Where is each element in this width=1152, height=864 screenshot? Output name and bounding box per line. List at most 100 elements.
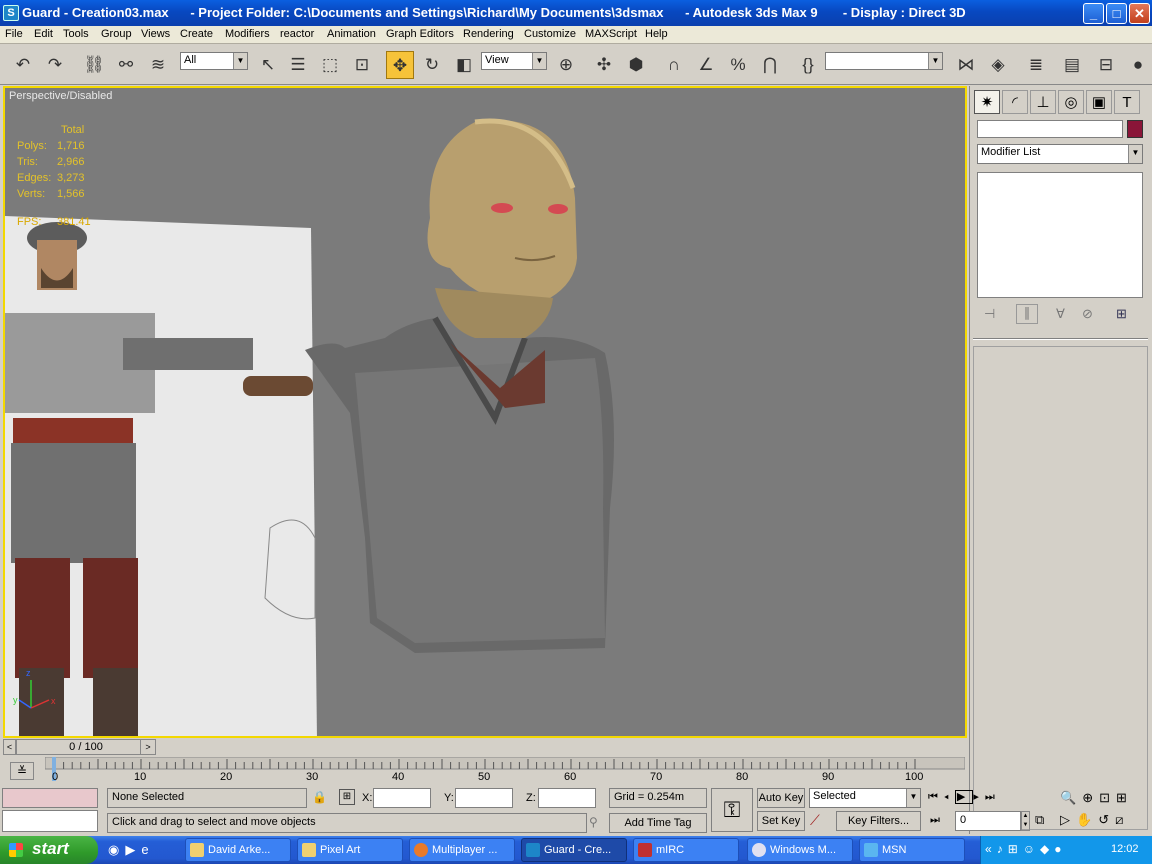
edit-named-selection-icon[interactable]: {} xyxy=(794,51,822,79)
menu-rendering[interactable]: Rendering xyxy=(463,28,514,40)
goto-start-icon[interactable]: ⏮ xyxy=(928,791,944,803)
bind-space-warp-icon[interactable]: ≋ xyxy=(144,51,172,79)
add-time-tag-button[interactable]: Add Time Tag xyxy=(609,813,707,833)
menu-help[interactable]: Help xyxy=(645,28,668,40)
task-pixel-art[interactable]: Pixel Art xyxy=(297,838,403,862)
ie-icon[interactable]: e xyxy=(141,842,154,857)
menu-create[interactable]: Create xyxy=(180,28,213,40)
object-color-swatch[interactable] xyxy=(1127,120,1143,138)
configure-modifier-sets-icon[interactable]: ⊞ xyxy=(1116,306,1127,322)
frame-spinner-icon[interactable]: ▲ ▼ xyxy=(1021,811,1030,831)
menu-tools[interactable]: Tools xyxy=(63,28,89,40)
task-multiplayer[interactable]: Multiplayer ... xyxy=(409,838,515,862)
pivot-center-icon[interactable]: ⊕ xyxy=(552,51,580,79)
menu-modifiers[interactable]: Modifiers xyxy=(225,28,270,40)
motion-tab-icon[interactable]: ◎ xyxy=(1058,90,1084,114)
select-by-name-icon[interactable]: ☰ xyxy=(284,51,312,79)
x-coordinate-input[interactable] xyxy=(373,788,431,808)
tray-update-icon[interactable]: ● xyxy=(1054,842,1066,856)
make-unique-icon[interactable]: ∀ xyxy=(1056,306,1065,322)
play-icon[interactable]: ▶ xyxy=(954,790,974,804)
set-key-button[interactable]: Set Key xyxy=(757,811,805,831)
remove-modifier-icon[interactable]: ⊘ xyxy=(1082,306,1093,322)
next-frame-icon[interactable]: ▸ xyxy=(973,791,985,803)
media-player-icon[interactable]: ▶ xyxy=(125,842,141,857)
select-and-scale-icon[interactable]: ◧ xyxy=(450,51,478,79)
modifier-stack-list[interactable] xyxy=(977,172,1143,298)
task-mirc[interactable]: mIRC xyxy=(633,838,739,862)
task-david-arke[interactable]: David Arke... xyxy=(185,838,291,862)
menu-views[interactable]: Views xyxy=(141,28,170,40)
time-configuration-icon[interactable]: ⧉ xyxy=(1035,812,1044,828)
zoom-icon[interactable]: 🔍 xyxy=(1060,790,1082,805)
lock-selection-icon[interactable]: 🔒 xyxy=(312,790,327,804)
z-coordinate-input[interactable] xyxy=(538,788,596,808)
display-tab-icon[interactable]: ▣ xyxy=(1086,90,1112,114)
close-button[interactable]: ✕ xyxy=(1129,3,1150,24)
redo-icon[interactable]: ↷ xyxy=(41,51,69,79)
set-key-key-icon[interactable]: ⚿ xyxy=(711,788,753,832)
maximize-viewport-icon[interactable]: ⧄ xyxy=(1115,812,1129,827)
zoom-extents-icon[interactable]: ⊡ xyxy=(1099,790,1116,805)
menu-reactor[interactable]: reactor xyxy=(280,28,314,40)
time-slider-prev-icon[interactable]: < xyxy=(3,739,16,755)
hierarchy-tab-icon[interactable]: ⊥ xyxy=(1030,90,1056,114)
firefox-icon[interactable]: ◉ xyxy=(108,842,125,857)
mirror-icon[interactable]: ⋈ xyxy=(952,51,980,79)
unlink-icon[interactable]: ⚯ xyxy=(112,51,140,79)
select-and-move-icon[interactable]: ✥ xyxy=(386,51,414,79)
pan-icon[interactable]: ✋ xyxy=(1076,812,1098,827)
maxscript-listener-white[interactable] xyxy=(2,810,98,832)
select-and-rotate-icon[interactable]: ↻ xyxy=(418,51,446,79)
prev-frame-icon[interactable]: ◂ xyxy=(944,791,955,803)
auto-key-button[interactable]: Auto Key xyxy=(757,788,805,808)
selection-filter-dropdown[interactable]: All ▼ xyxy=(180,52,248,70)
object-name-field[interactable] xyxy=(977,120,1123,138)
viewport-label[interactable]: Perspective/Disabled xyxy=(9,90,112,102)
spinner-snap-icon[interactable]: ⋂ xyxy=(756,51,784,79)
tray-arrow-icon[interactable]: « xyxy=(985,842,997,856)
curve-editor-icon[interactable]: ▤ xyxy=(1058,51,1086,79)
time-tag-icon[interactable]: ⚲ xyxy=(589,815,598,829)
modifier-list-dropdown[interactable]: Modifier List ▼ xyxy=(977,144,1143,164)
menu-customize[interactable]: Customize xyxy=(524,28,576,40)
minimize-button[interactable]: _ xyxy=(1083,3,1104,24)
select-object-icon[interactable]: ↖ xyxy=(254,51,282,79)
align-icon[interactable]: ◈ xyxy=(984,51,1012,79)
reference-coord-dropdown[interactable]: View ▼ xyxy=(481,52,547,70)
layer-manager-icon[interactable]: ≣ xyxy=(1022,51,1050,79)
default-tangent-icon[interactable]: ⟋ xyxy=(810,812,820,829)
zoom-all-icon[interactable]: ⊕ xyxy=(1082,790,1099,805)
menu-group[interactable]: Group xyxy=(101,28,132,40)
field-of-view-icon[interactable]: ▷ xyxy=(1060,812,1076,827)
maxscript-listener-pink[interactable] xyxy=(2,788,98,808)
angle-snap-icon[interactable]: ∠ xyxy=(692,51,720,79)
show-end-result-icon[interactable]: ∥ xyxy=(1016,304,1038,324)
schematic-view-icon[interactable]: ⊟ xyxy=(1092,51,1120,79)
percent-snap-icon[interactable]: % xyxy=(724,51,752,79)
named-selection-dropdown[interactable]: ▼ xyxy=(825,52,943,70)
modify-tab-icon[interactable]: ◜ xyxy=(1002,90,1028,114)
track-bar-toggle-icon[interactable]: ≚ xyxy=(10,762,34,780)
key-mode-toggle-icon[interactable]: ⏭ xyxy=(930,814,940,827)
time-slider[interactable]: 0 / 100 xyxy=(16,739,156,755)
task-guard-3dsmax[interactable]: Guard - Cre... xyxy=(521,838,627,862)
menu-animation[interactable]: Animation xyxy=(327,28,376,40)
arc-rotate-icon[interactable]: ↺ xyxy=(1098,812,1115,827)
manipulate-icon[interactable]: ✣ xyxy=(590,51,618,79)
perspective-viewport[interactable]: Perspective/Disabled Total Polys: 1,716 T… xyxy=(3,86,967,738)
tray-volume-icon[interactable]: ♪ xyxy=(997,842,1008,856)
rectangular-selection-icon[interactable]: ⬚ xyxy=(316,51,344,79)
window-crossing-icon[interactable]: ⊡ xyxy=(348,51,376,79)
menu-edit[interactable]: Edit xyxy=(34,28,53,40)
y-coordinate-input[interactable] xyxy=(455,788,513,808)
absolute-mode-icon[interactable]: ⊞ xyxy=(339,789,355,805)
key-mode-dropdown[interactable]: Selected ▼ xyxy=(809,788,921,808)
create-tab-icon[interactable]: ✷ xyxy=(974,90,1000,114)
menu-graph-editors[interactable]: Graph Editors xyxy=(386,28,454,40)
goto-end-icon[interactable]: ⏭ xyxy=(985,791,1001,803)
tray-security-icon[interactable]: ◆ xyxy=(1040,842,1054,856)
rollout-area[interactable] xyxy=(973,346,1148,830)
undo-icon[interactable]: ↶ xyxy=(9,51,37,79)
menu-maxscript[interactable]: MAXScript xyxy=(585,28,637,40)
